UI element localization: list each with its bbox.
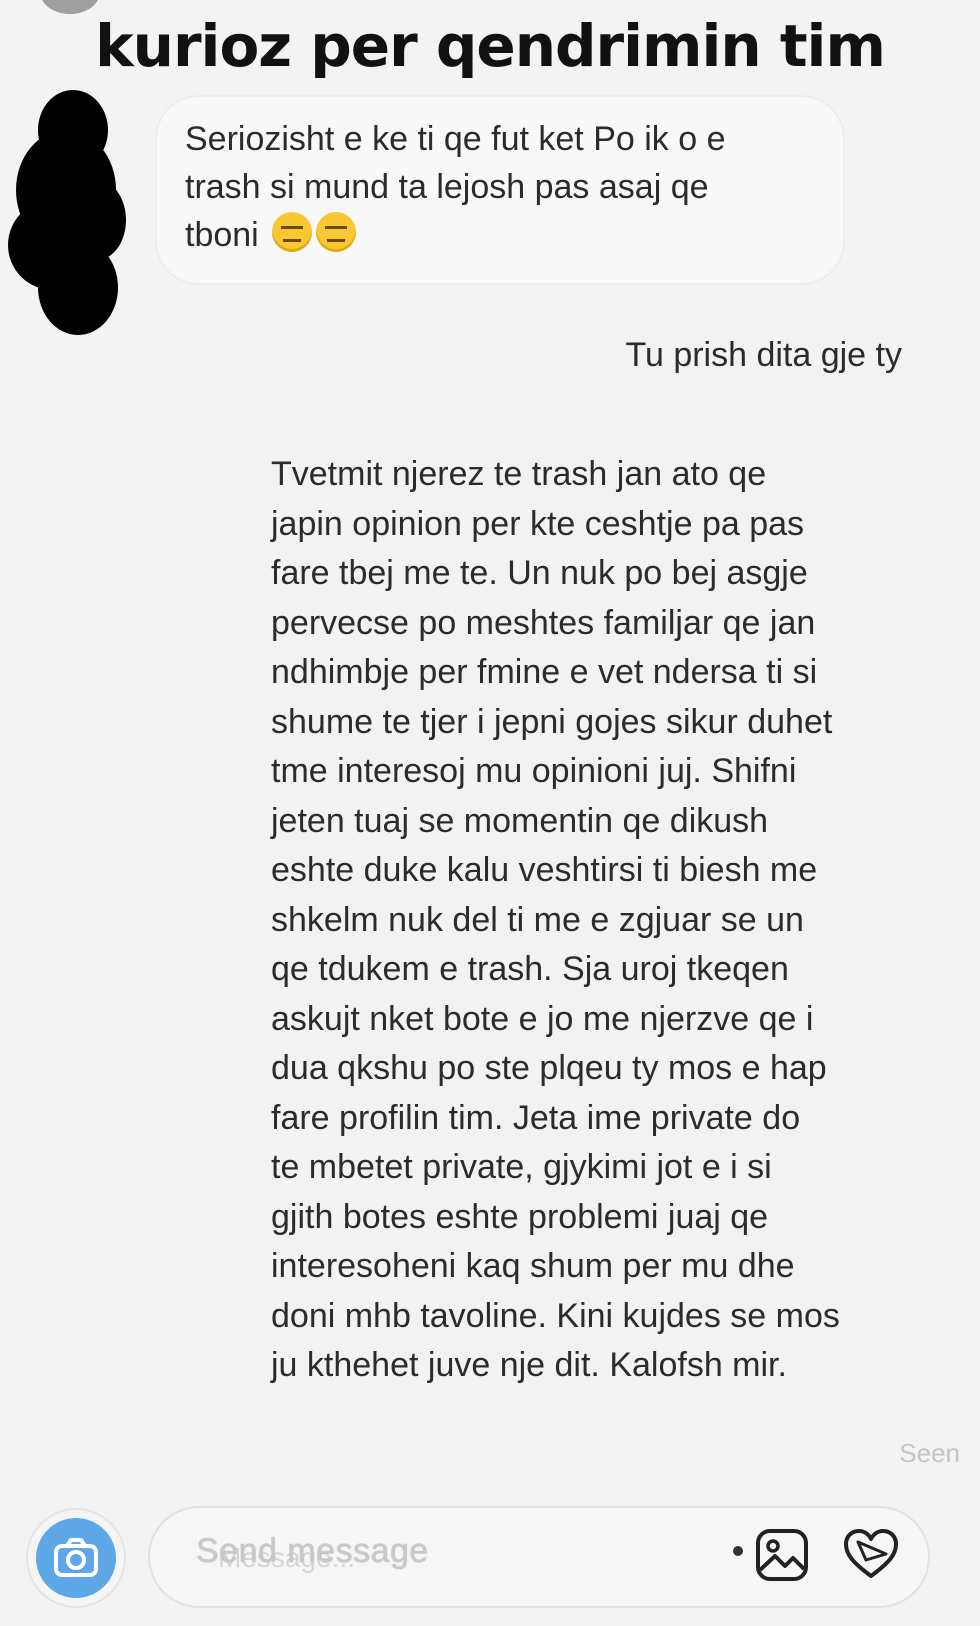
expressionless-face-icon [316,212,357,252]
incoming-line: trash si mund ta lejosh pas asaj qe [185,168,709,206]
gallery-icon[interactable] [753,1526,811,1584]
expressionless-face-icon [272,212,313,252]
message-line: shume te tjer i jepni gojes sikur duhet [271,702,833,741]
message-composer: Message... Send message [18,1500,948,1612]
incoming-message-bubble[interactable]: Seriozisht e ke ti qe fut ket Po ik o e … [155,95,845,285]
outgoing-long-message-bubble[interactable]: Tvetmit njerez te trash jan ato qe japin… [245,430,960,1395]
message-line: tme interesoj mu opinioni juj. Shifni [271,752,797,790]
outgoing-message-bubble[interactable]: Tu prish dita gje ty [542,310,942,400]
heart-icon[interactable] [840,1524,902,1586]
message-line: gjith botes eshte problemi juaj qe [271,1197,769,1236]
message-line: interesoheni kaq shum per mu dhe [271,1247,795,1285]
message-line: pervecse po meshtes familjar qe jan [271,603,816,642]
message-line: shkelm nuk del ti me e zgjuar se un [271,900,804,939]
redacted-sender-avatar [8,90,126,338]
message-line: fare tbej me te. Un nuk po bej asgje [271,554,808,592]
camera-button[interactable] [26,1508,126,1608]
message-placeholder: Send message [196,1532,429,1570]
camera-icon [36,1518,116,1598]
message-line: dua qkshu po ste plqeu ty mos e hap [271,1049,827,1087]
message-line: Tvetmit njerez te trash jan ato qe [271,455,767,493]
message-line: ndhimbje per fmine e vet ndersa ti si [271,653,818,691]
message-line: eshte duke kalu veshtirsi ti biesh me [271,851,818,889]
message-line: doni mhb tavoline. Kini kujdes se mos [271,1296,840,1335]
incoming-line: Seriozisht e ke ti qe fut ket Po ik o e [185,120,726,158]
seen-indicator: Seen [899,1438,960,1468]
message-line: jeten tuaj se momentin qe dikush [271,801,769,840]
message-line: qe tdukem e trash. Sja uroj tkeqen [271,950,789,988]
message-line: fare profilin tim. Jeta ime private do [271,1098,801,1137]
message-line: japin opinion per kte ceshtje pa pas [271,504,805,543]
story-caption: kurioz per qendrimin tim [95,12,886,80]
message-line: ju kthehet juve nje dit. Kalofsh mir. [271,1346,787,1384]
message-line: askujt nket bote e jo me njerzve qe i [271,999,814,1038]
incoming-line: tboni [185,216,259,254]
dot-icon [733,1546,743,1556]
message-line: te mbetet private, gjykimi jot e i si [271,1148,772,1186]
